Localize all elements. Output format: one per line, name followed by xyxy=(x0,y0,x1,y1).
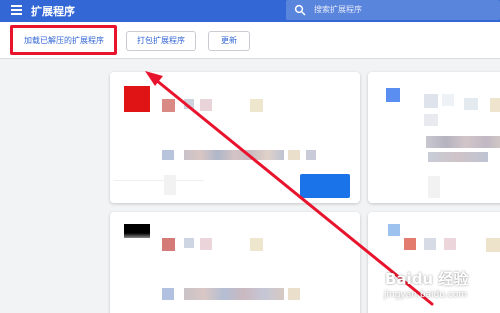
watermark-url: jingyan.baidu.com xyxy=(384,290,468,300)
watermark-brand: Baidu 经验 xyxy=(385,270,469,288)
annotation-arrow xyxy=(145,71,434,306)
